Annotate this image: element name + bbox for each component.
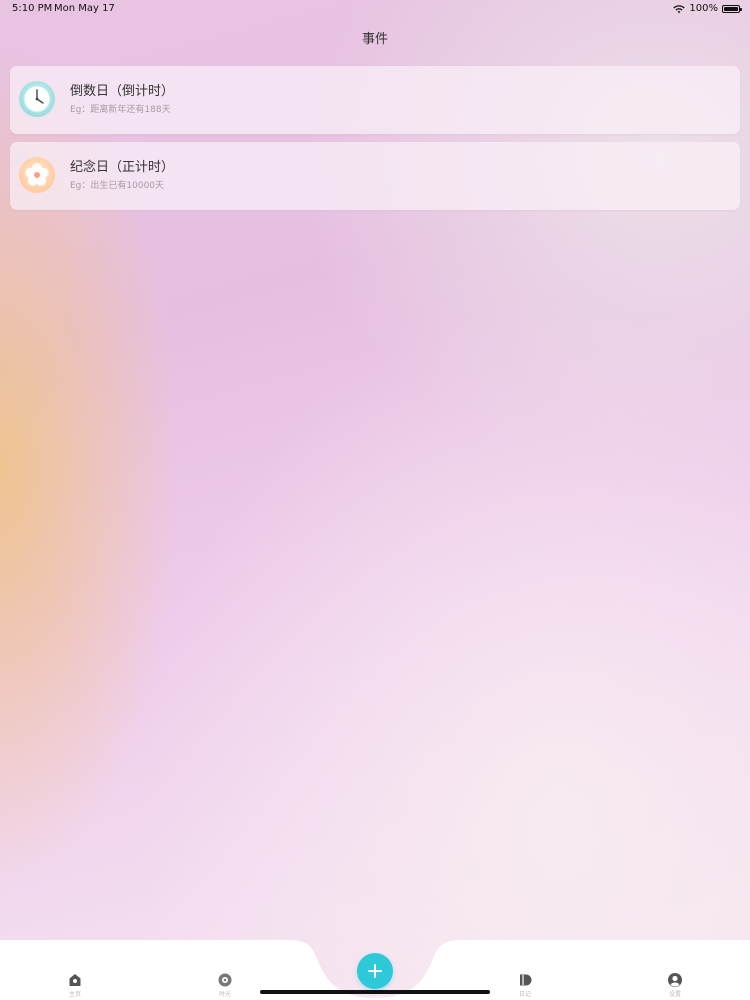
event-card-countdown[interactable]: 倒数日（倒计时） Eg：距离新年还有188天 bbox=[10, 66, 740, 134]
status-right: 100% bbox=[673, 3, 742, 14]
event-subtitle: Eg：出生已有10000天 bbox=[70, 181, 165, 191]
battery-icon bbox=[722, 4, 742, 13]
status-bar: 5:10 PM Mon May 17 100% bbox=[0, 0, 750, 18]
tab-label: 主页 bbox=[68, 991, 81, 998]
event-subtitle: Eg：距离新年还有188天 bbox=[70, 105, 171, 115]
tab-label: 日记 bbox=[518, 991, 531, 998]
status-time: 5:10 PM bbox=[12, 3, 53, 14]
add-event-button[interactable] bbox=[357, 953, 393, 989]
home-indicator bbox=[260, 990, 490, 994]
event-title: 倒数日（倒计时） bbox=[70, 84, 175, 99]
clock-icon bbox=[18, 80, 56, 118]
tab-time[interactable]: 时光 bbox=[205, 972, 245, 1000]
tab-diary[interactable]: 日记 bbox=[505, 972, 545, 1000]
plus-icon bbox=[368, 964, 382, 978]
event-card-anniversary[interactable]: 纪念日（正计时） Eg：出生已有10000天 bbox=[10, 142, 740, 210]
tab-label: 设置 bbox=[668, 991, 681, 998]
time-icon bbox=[218, 973, 232, 987]
tab-label: 时光 bbox=[218, 991, 231, 998]
event-title: 纪念日（正计时） bbox=[70, 160, 175, 175]
wifi-icon bbox=[673, 4, 686, 13]
battery-percent: 100% bbox=[689, 3, 718, 14]
flower-icon bbox=[18, 156, 56, 194]
page-title: 事件 bbox=[361, 32, 388, 47]
home-icon bbox=[69, 974, 81, 986]
status-date: Mon May 17 bbox=[54, 3, 115, 14]
tab-home[interactable]: 主页 bbox=[55, 972, 95, 1000]
settings-icon bbox=[668, 973, 682, 987]
tab-settings[interactable]: 设置 bbox=[655, 972, 695, 1000]
diary-icon bbox=[520, 974, 532, 986]
